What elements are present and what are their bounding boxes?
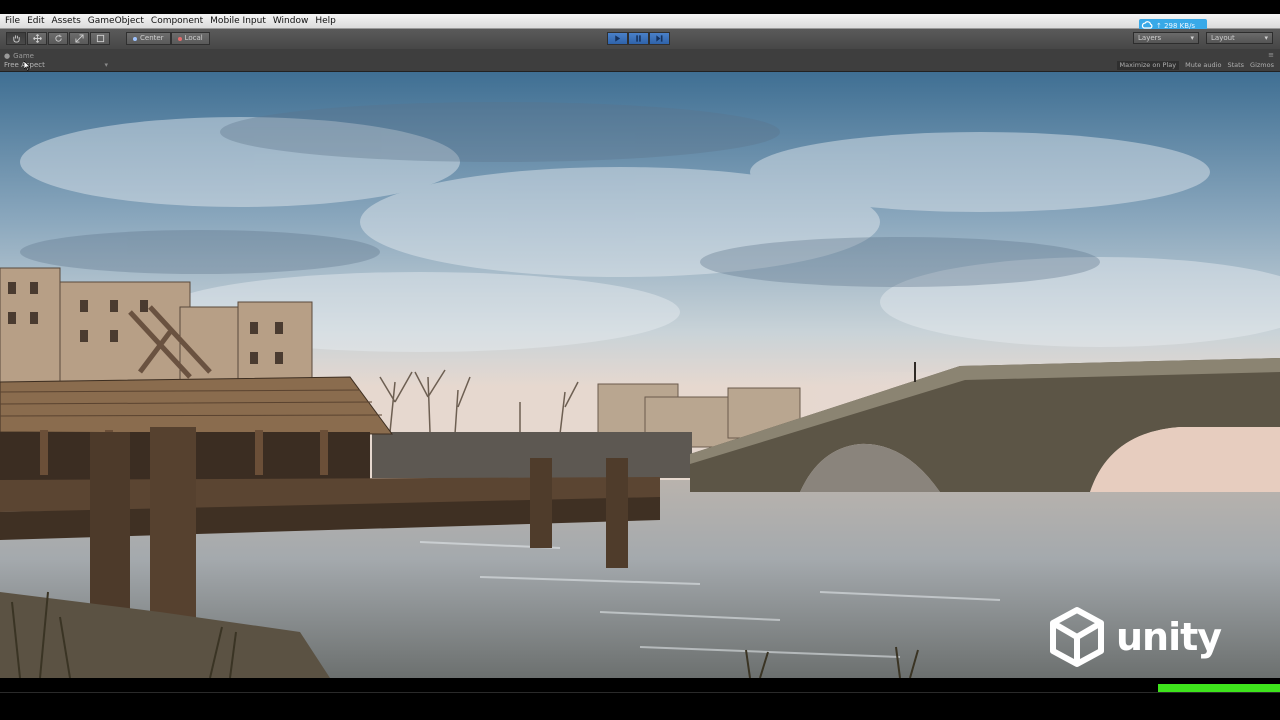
stats-toggle[interactable]: Stats (1227, 61, 1244, 70)
menu-bar: File Edit Assets GameObject Component Mo… (0, 14, 1280, 29)
play-button[interactable] (607, 32, 628, 45)
step-button[interactable] (649, 32, 670, 45)
play-icon (615, 35, 621, 42)
menu-window[interactable]: Window (272, 15, 315, 27)
chevron-down-icon: ▾ (104, 61, 108, 69)
menu-assets[interactable]: Assets (51, 15, 87, 27)
editor-toolbar: Center Local Layers ▾ Layout ▾ (0, 29, 1280, 50)
mouse-cursor-icon (24, 61, 30, 71)
pivot-center-button[interactable]: Center (126, 32, 171, 45)
rotate-icon (54, 34, 62, 42)
menu-component[interactable]: Component (150, 15, 209, 27)
pivot-local-icon (177, 36, 182, 41)
rect-icon (96, 34, 104, 43)
maximize-on-play-toggle[interactable]: Maximize on Play (1116, 61, 1180, 70)
layout-dropdown[interactable]: Layout ▾ (1206, 32, 1273, 44)
menu-help[interactable]: Help (314, 15, 342, 27)
game-tab-label: Game (13, 52, 34, 60)
window-top-strip (0, 0, 1280, 14)
panel-menu-icon[interactable]: ≡ (1268, 51, 1274, 59)
scale-icon (74, 34, 84, 43)
chevron-down-icon: ▾ (1190, 34, 1194, 42)
step-icon (656, 35, 663, 42)
game-tab-icon: ● (4, 52, 11, 60)
progress-bar (1158, 684, 1280, 692)
menu-gameobject[interactable]: GameObject (87, 15, 150, 27)
layout-label: Layout (1211, 34, 1235, 42)
hand-icon (12, 35, 20, 43)
play-controls (607, 32, 670, 45)
menu-file[interactable]: File (4, 15, 26, 27)
game-viewport[interactable] (0, 72, 1280, 678)
pivot-center-label: Center (140, 34, 164, 42)
pivot-controls: Center Local (126, 32, 210, 45)
move-icon (32, 34, 42, 43)
menu-edit[interactable]: Edit (26, 15, 50, 27)
transform-tools (6, 32, 111, 45)
unity-logo: unity (1046, 606, 1222, 668)
status-bar (0, 678, 1280, 720)
menu-mobile-input[interactable]: Mobile Input (209, 15, 272, 27)
hand-tool-button[interactable] (6, 32, 26, 45)
pivot-center-icon (133, 36, 137, 41)
game-tab[interactable]: ● Game (4, 51, 34, 61)
gizmos-dropdown[interactable]: Gizmos (1250, 61, 1274, 70)
scale-tool-button[interactable] (69, 32, 89, 45)
pivot-local-label: Local (184, 34, 203, 42)
layers-dropdown[interactable]: Layers ▾ (1133, 32, 1199, 44)
status-divider (0, 692, 1280, 693)
game-view-header: ● Game ≡ Free Aspect ▾ Maximize on Play … (0, 49, 1280, 72)
pause-icon (636, 35, 641, 42)
game-scene (0, 72, 1280, 678)
pause-button[interactable] (628, 32, 649, 45)
chevron-down-icon: ▾ (1264, 34, 1268, 42)
layers-label: Layers (1138, 34, 1162, 42)
aspect-dropdown[interactable]: Free Aspect ▾ (4, 61, 108, 70)
rect-tool-button[interactable] (90, 32, 110, 45)
unity-logo-text: unity (1116, 615, 1222, 659)
game-view-options: Maximize on Play Mute audio Stats Gizmos (1116, 61, 1274, 70)
rotate-tool-button[interactable] (48, 32, 68, 45)
mute-audio-toggle[interactable]: Mute audio (1185, 61, 1221, 70)
move-tool-button[interactable] (27, 32, 47, 45)
pivot-local-button[interactable]: Local (170, 32, 210, 45)
unity-cube-icon (1050, 607, 1104, 667)
